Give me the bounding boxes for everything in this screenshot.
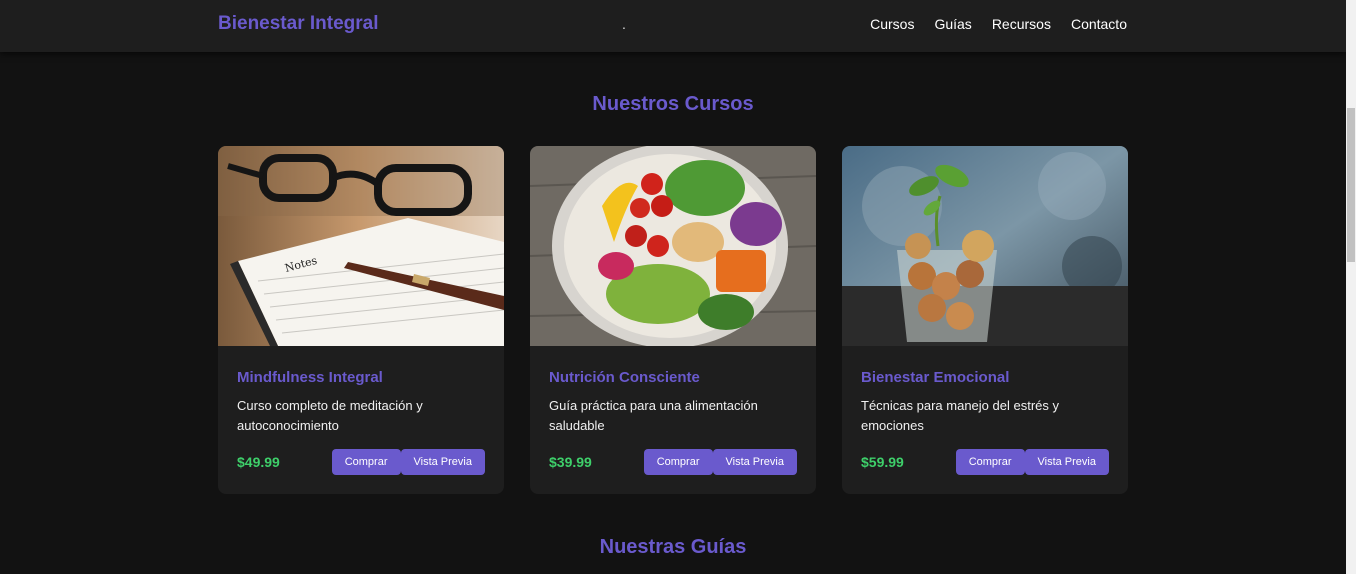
course-card-mindfulness: Notes Mindfulness Integral Curso complet… <box>218 146 504 494</box>
course-title: Mindfulness Integral <box>237 369 383 386</box>
course-image-plant-coins <box>842 146 1128 346</box>
course-description: Guía práctica para una alimentación salu… <box>549 398 758 433</box>
course-actions: Comprar Vista Previa <box>331 449 485 475</box>
preview-button[interactable]: Vista Previa <box>1024 449 1109 475</box>
course-price: $49.99 <box>237 454 280 470</box>
nav-link-cursos[interactable]: Cursos <box>870 16 914 32</box>
courses-section-title: Nuestros Cursos <box>592 93 754 115</box>
nav-link-contacto[interactable]: Contacto <box>1071 16 1127 32</box>
buy-button[interactable]: Comprar <box>331 449 401 475</box>
nav-link-recursos[interactable]: Recursos <box>992 16 1051 32</box>
course-actions: Comprar Vista Previa <box>643 449 797 475</box>
course-title: Nutrición Consciente <box>549 369 700 386</box>
page-scrollbar[interactable] <box>1346 0 1356 574</box>
nav-link-guias[interactable]: Guías <box>934 16 971 32</box>
course-description: Curso completo de meditación y autoconoc… <box>237 398 423 433</box>
buy-button[interactable]: Comprar <box>643 449 713 475</box>
course-actions: Comprar Vista Previa <box>955 449 1109 475</box>
guides-section-title: Nuestras Guías <box>599 536 747 558</box>
course-price: $39.99 <box>549 454 592 470</box>
preview-button[interactable]: Vista Previa <box>712 449 797 475</box>
course-image-notebook: Notes <box>218 146 504 346</box>
buy-button[interactable]: Comprar <box>955 449 1025 475</box>
course-card-nutricion: Nutrición Consciente Guía práctica para … <box>530 146 816 494</box>
scrollbar-thumb[interactable] <box>1347 108 1355 262</box>
course-description: Técnicas para manejo del estrés y emocio… <box>861 398 1059 433</box>
course-card-emocional: Bienestar Emocional Técnicas para manejo… <box>842 146 1128 494</box>
navbar: Bienestar Integral . Cursos Guías Recurs… <box>0 0 1346 52</box>
course-cards: Notes Mindfulness Integral Curso complet… <box>218 146 1128 494</box>
course-title: Bienestar Emocional <box>861 369 1010 386</box>
nav-links: Cursos Guías Recursos Contacto <box>870 16 1127 32</box>
course-price: $59.99 <box>861 454 904 470</box>
nav-dot: . <box>622 16 626 32</box>
course-image-salad <box>530 146 816 346</box>
brand-logo[interactable]: Bienestar Integral <box>218 13 379 35</box>
preview-button[interactable]: Vista Previa <box>400 449 485 475</box>
